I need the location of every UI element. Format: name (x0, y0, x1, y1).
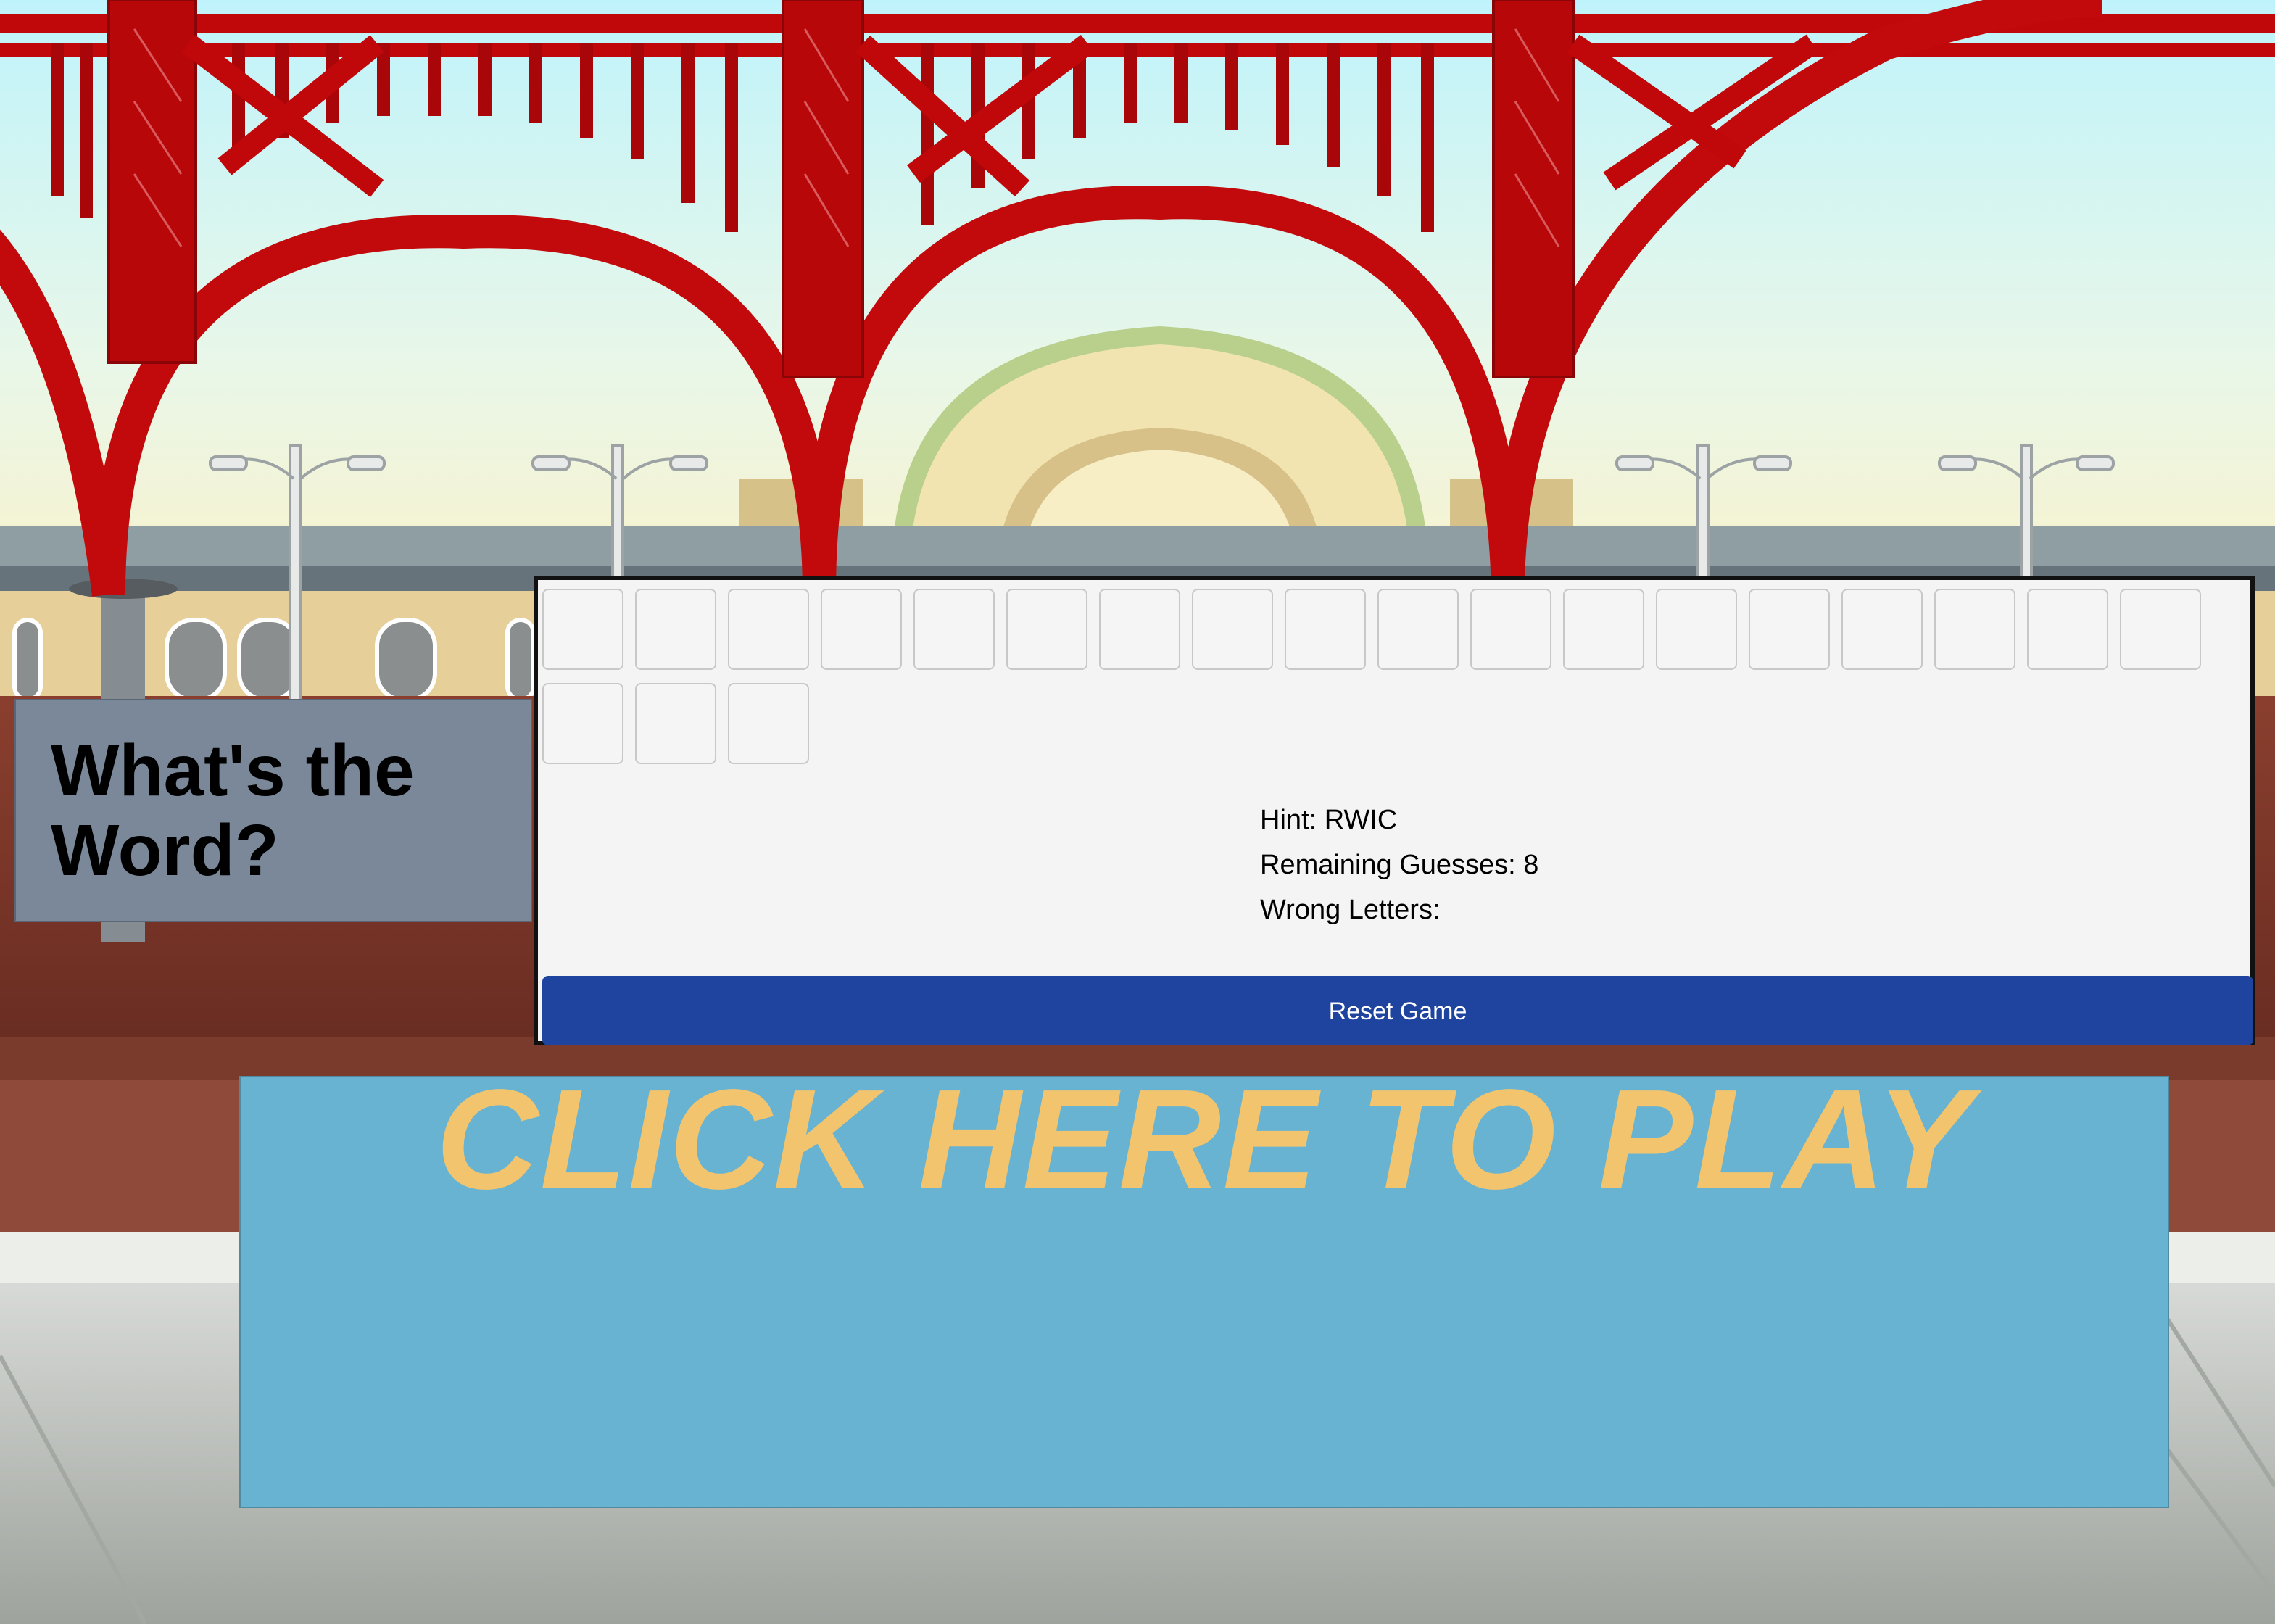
click-to-play-text[interactable]: CLICK HERE TO PLAY (241, 1077, 2168, 1212)
game-title: What's the Word? (51, 730, 415, 891)
letter-tile (1749, 589, 1830, 670)
letter-tile (2027, 589, 2108, 670)
game-status: Hint: RWIC Remaining Guesses: 8 Wrong Le… (1260, 798, 1538, 932)
letter-tile (913, 589, 995, 670)
letter-tile (1934, 589, 2015, 670)
letter-tile (1192, 589, 1273, 670)
letter-tile (542, 683, 623, 764)
wrong-letters-text: Wrong Letters: (1260, 895, 1441, 925)
hint-text: Hint: RWIC (1260, 805, 1398, 835)
letter-tile (1099, 589, 1180, 670)
letter-tile (1656, 589, 1737, 670)
word-game-panel: Hint: RWIC Remaining Guesses: 8 Wrong Le… (534, 576, 2255, 1045)
letter-tile (1377, 589, 1459, 670)
letter-tile (1470, 589, 1551, 670)
letter-tile (1285, 589, 1366, 670)
letter-tile (1841, 589, 1923, 670)
letter-tile (1006, 589, 1087, 670)
letter-tile (635, 589, 716, 670)
letter-tile (635, 683, 716, 764)
remaining-guesses-text: Remaining Guesses: 8 (1260, 850, 1539, 880)
letter-tile (821, 589, 902, 670)
letter-tile (1563, 589, 1644, 670)
reset-game-button[interactable]: Reset Game (542, 976, 2253, 1045)
title-panel: What's the Word? (14, 699, 532, 922)
letter-tile (728, 683, 809, 764)
letter-tile (542, 589, 623, 670)
play-area[interactable]: CLICK HERE TO PLAY (239, 1076, 2169, 1508)
letter-tile (728, 589, 809, 670)
letter-tile (2120, 589, 2201, 670)
